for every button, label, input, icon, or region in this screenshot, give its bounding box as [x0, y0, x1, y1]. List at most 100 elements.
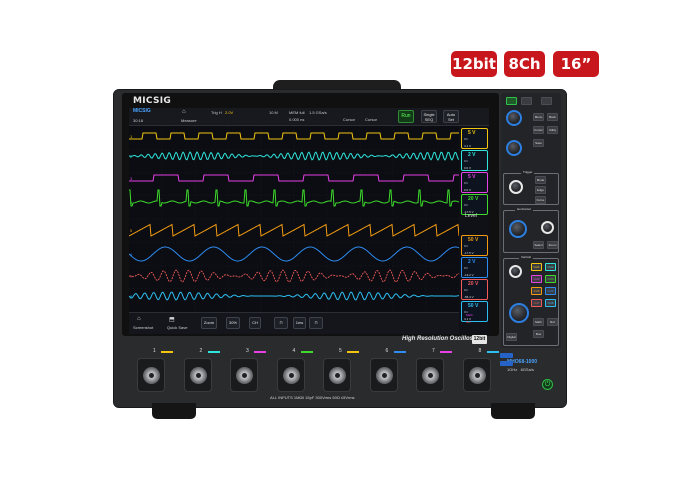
digital-button[interactable]: Digital [506, 333, 517, 341]
channel-box-ch1[interactable]: 5 V DC 4.1 V [461, 128, 488, 149]
zoom-button[interactable]: Zoom [201, 317, 217, 329]
vertical-position-knob[interactable] [509, 265, 522, 278]
usb-port-b[interactable] [500, 361, 513, 366]
channel-coupling: DC [464, 137, 469, 141]
bnc-connector[interactable] [183, 358, 212, 392]
ref-hw-button[interactable]: Ref [547, 318, 558, 326]
channel-offset: -17.5 V [464, 251, 474, 255]
channel-button-ch6[interactable]: CH6 [545, 287, 556, 295]
edge-button[interactable]: Edge [535, 186, 546, 194]
channel-button-ch4[interactable]: CH4 [545, 275, 556, 283]
power-icon[interactable]: ⏻ [542, 379, 553, 390]
channel-coupling: DC [464, 244, 469, 248]
cursor1-button[interactable]: Cursor [343, 117, 355, 122]
channel-button-ch8[interactable]: CH8 [545, 299, 556, 307]
auto-hw-button[interactable] [541, 97, 552, 105]
input-color-bar [161, 351, 173, 353]
pulse-button[interactable]: ⊓ [274, 317, 288, 329]
autoset-button[interactable]: Auto Set [443, 110, 459, 123]
channel-scale: 50 V [468, 237, 479, 243]
screenshot-label[interactable]: Screenshot [133, 325, 153, 330]
math-label[interactable]: Math [466, 313, 473, 317]
product-photo: 12bit 8Ch 16” MICSIG MICSIG 30:18 Measur… [0, 0, 680, 480]
input-label: 4 [292, 348, 296, 354]
multi-knob-a[interactable] [506, 110, 522, 126]
left-foot [152, 403, 196, 419]
force-button[interactable]: Force [535, 196, 546, 204]
bnc-connector[interactable] [137, 358, 165, 392]
save-hw-button[interactable]: Save [533, 139, 544, 147]
channel-button-ch5[interactable]: CH5 [531, 287, 542, 295]
input-label: 1 [153, 348, 156, 354]
channel-marker: 5 [130, 228, 133, 233]
input-color-bar [300, 351, 313, 353]
cursor2-button[interactable]: Cursor [365, 117, 377, 122]
bnc-connector[interactable] [462, 358, 491, 392]
quick-save-label[interactable]: Quick Save [167, 325, 187, 330]
channel-marker: 6 [130, 252, 133, 257]
time-button[interactable]: 1ms [293, 317, 306, 329]
run-button[interactable]: Run [398, 110, 414, 123]
save-icon[interactable]: ⬒ [169, 316, 175, 323]
run-stop-button[interactable] [506, 97, 517, 105]
channel-box-ch5[interactable]: 50 V DC -17.5 V [461, 235, 488, 256]
channel-button-ch3[interactable]: CH3 [531, 275, 542, 283]
timebase[interactable]: 10 M [269, 110, 278, 115]
single-button[interactable]: Single SEQ [421, 110, 437, 123]
oscilloscope-screen: MICSIG 30:18 Measure ⌂ Trig H 2.0V 10 M … [129, 108, 489, 334]
measure-button[interactable]: Measure [181, 118, 197, 123]
cursor-hw-button[interactable]: Cursor [533, 126, 544, 134]
waveform-display[interactable]: 12345678 [129, 126, 459, 312]
channel-marker: 8 [130, 294, 133, 299]
channel-box-ch3[interactable]: 5 V DC 0.0 V [461, 172, 488, 193]
channel-button-ch2[interactable]: CH2 [545, 263, 556, 271]
mode-button[interactable]: Mode [535, 176, 546, 184]
time-offset: 0.000 ns [289, 117, 305, 122]
channel-offset: 0.0 V [464, 188, 472, 192]
pulse2-button[interactable]: ⊓ [309, 317, 323, 329]
bnc-center [468, 367, 486, 384]
utility-button[interactable]: Utility [547, 126, 558, 134]
bnc-connector[interactable] [416, 358, 444, 392]
horizontal-scale-knob[interactable] [509, 220, 527, 238]
channel-coupling: DC [464, 266, 469, 270]
back-button[interactable]: Back [547, 113, 558, 121]
home-icon[interactable]: ⌂ [137, 316, 141, 322]
level-label: Level [465, 213, 477, 219]
zoom-hw-button[interactable]: Zoom [547, 241, 558, 249]
trigger-level-knob[interactable] [509, 180, 523, 194]
bnc-pin [381, 373, 387, 378]
input-color-bar [440, 351, 452, 353]
sample-rate: 1.5 GSa/s [309, 110, 327, 115]
trig-value: 2.0V [225, 110, 234, 115]
bnc-connector[interactable] [230, 358, 258, 392]
bus-hw-button[interactable]: Bus [533, 330, 544, 338]
channel-coupling: DC [464, 181, 469, 185]
horizontal-position-knob[interactable] [541, 221, 554, 234]
select-button[interactable]: Select [533, 241, 544, 249]
channel-button-ch7[interactable]: CH7 [531, 299, 542, 307]
bnc-connector[interactable] [323, 358, 351, 392]
channel-box-ch8[interactable]: 50 V DC 4.1 V [461, 301, 488, 322]
seq-label: SEQ [424, 117, 434, 122]
channel-box-ch6[interactable]: 2 V DC -13.2 V [461, 257, 488, 278]
channel-box-ch2[interactable]: 2 V DC 0.0 V [461, 150, 488, 171]
screen-top-bar: MICSIG 30:18 Measure ⌂ Trig H 2.0V 10 M … [129, 108, 489, 126]
vertical-scale-knob[interactable] [509, 303, 529, 323]
bnc-connector[interactable] [369, 358, 398, 392]
multi-knob-b[interactable] [506, 140, 522, 156]
ref-label[interactable]: Ref [466, 320, 471, 324]
channel-box-ch7[interactable]: 20 V DC -56.4 V [461, 279, 488, 300]
usb-port-a[interactable] [500, 353, 513, 358]
vertical-title: Vertical [519, 255, 533, 259]
channel-button-ch1[interactable]: CH1 [531, 263, 542, 271]
channel-scale: 50 V [468, 303, 479, 309]
ch-button[interactable]: CH [249, 317, 261, 329]
channel-box-ch4[interactable]: 20 V DC -17.5 V [461, 194, 488, 215]
single-hw-button[interactable] [521, 97, 532, 105]
channel-offset: 4.1 V [464, 144, 472, 148]
bnc-connector[interactable] [276, 358, 305, 392]
math-percent-button[interactable]: 30% [226, 317, 240, 329]
math-hw-button[interactable]: Math [533, 318, 544, 326]
menu-button[interactable]: Menu [533, 113, 544, 121]
